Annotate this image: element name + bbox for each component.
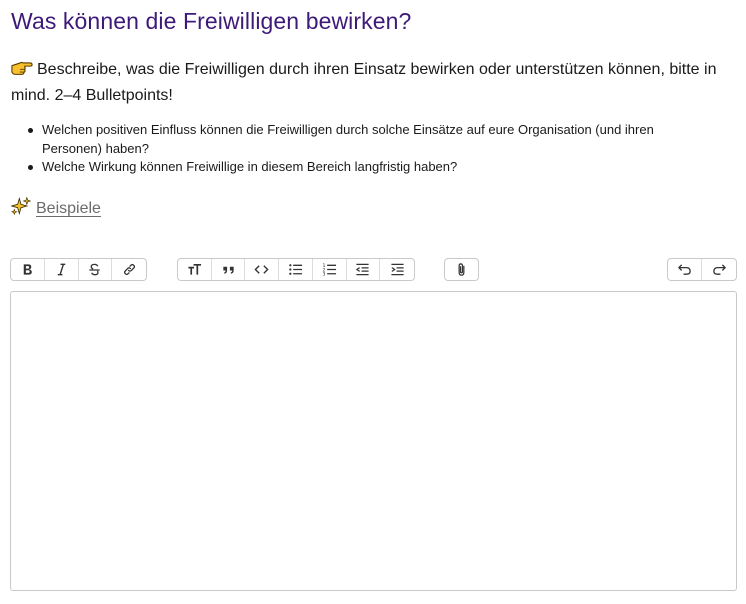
increase-indent-button[interactable] [380,259,414,280]
list-item: Welchen positiven Einfluss können die Fr… [28,121,712,158]
rich-text-editor[interactable] [10,291,737,591]
page-title: Was können die Freiwilligen bewirken? [11,8,412,34]
italic-icon [57,263,65,276]
format-toolbar [10,258,147,281]
link-button[interactable] [112,259,146,280]
numbered-list-icon: 123 [322,263,336,277]
history-toolbar [667,258,737,281]
link-icon [123,263,135,276]
bullet-list-button[interactable] [279,259,313,280]
bullet-list-icon [289,264,303,275]
quote-icon [222,266,234,274]
hint-list: Welchen positiven Einfluss können die Fr… [28,121,712,177]
code-icon [254,265,269,274]
numbered-list-button[interactable]: 123 [313,259,347,280]
decrease-indent-icon [356,263,370,276]
quote-button[interactable] [212,259,246,280]
attach-button[interactable] [445,259,478,280]
sparkles-icon [10,196,33,223]
undo-button[interactable] [668,259,702,280]
intro-text: Beschreibe, was die Freiwilligen durch i… [11,61,717,104]
bold-icon [23,264,32,275]
increase-indent-icon [391,263,404,276]
redo-button[interactable] [702,259,736,280]
heading-icon [188,263,201,275]
strikethrough-button[interactable] [79,259,113,280]
block-toolbar: 123 [177,258,415,281]
svg-text:3: 3 [322,272,325,277]
strikethrough-icon [89,263,101,276]
decrease-indent-button[interactable] [347,259,381,280]
attach-toolbar [444,258,479,281]
list-item: Welche Wirkung können Freiwillige in die… [28,158,712,177]
attach-icon [458,263,465,276]
undo-icon [678,264,691,275]
examples-link[interactable]: Beispiele [36,200,101,217]
redo-icon [712,264,726,275]
intro-paragraph: Beschreibe, was die Freiwilligen durch i… [11,58,731,108]
pointing-hand-icon [11,59,33,84]
heading-button[interactable] [178,259,212,280]
italic-button[interactable] [45,259,79,280]
examples-row: Beispiele [10,196,101,223]
bold-button[interactable] [11,259,45,280]
code-button[interactable] [245,259,280,280]
